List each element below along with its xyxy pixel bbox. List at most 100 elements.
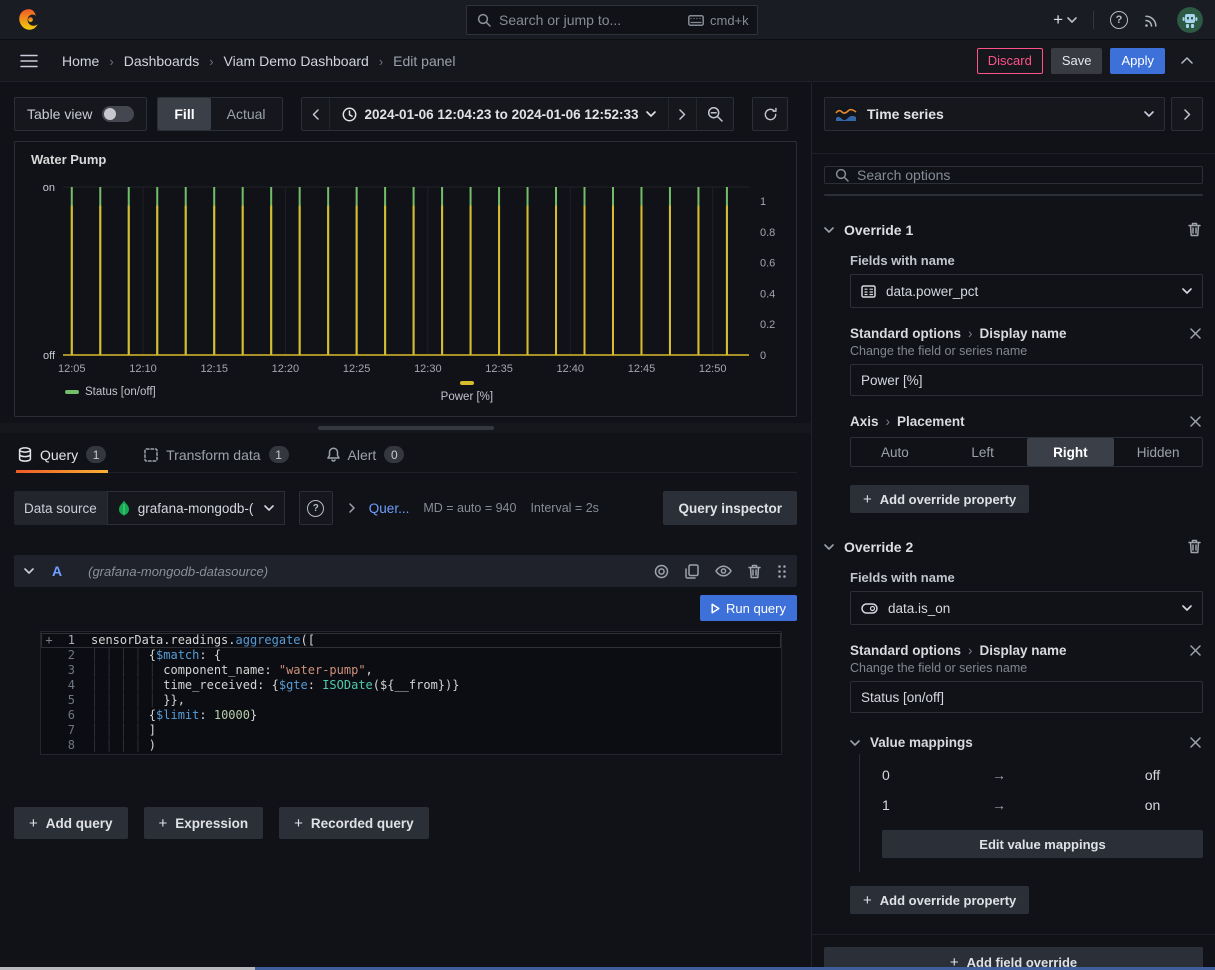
query-options-link[interactable]: Quer... (369, 501, 410, 516)
breadcrumb-dashboards[interactable]: Dashboards (99, 53, 199, 69)
override-1-header[interactable]: Override 1 (824, 220, 1203, 239)
edit-value-mappings-button[interactable]: Edit value mappings (882, 830, 1203, 858)
svg-text:off: off (43, 350, 56, 362)
grafana-logo[interactable] (12, 7, 42, 33)
news-rss-icon[interactable] (1144, 11, 1161, 28)
recorded-query-button[interactable]: + Recorded query (279, 807, 429, 839)
pane-resize-track[interactable] (0, 423, 811, 433)
fill-option[interactable]: Fill (158, 98, 210, 130)
override-2-field-matcher[interactable]: data.is_on (850, 591, 1203, 625)
chevron-down-icon[interactable] (824, 227, 834, 233)
axis-placement-right[interactable]: Right (1027, 438, 1115, 466)
override-1-add-property-button[interactable]: + Add override property (850, 485, 1029, 513)
breadcrumb-dashboard-name[interactable]: Viam Demo Dashboard (199, 53, 369, 69)
options-search[interactable] (824, 166, 1203, 184)
hide-response-eye-icon[interactable] (715, 565, 732, 577)
zoom-out-time-icon[interactable] (696, 98, 733, 130)
new-menu-button[interactable]: + (1053, 10, 1077, 30)
query-code-editor[interactable]: +1sensorData.readings.aggregate([2│ │ │ … (40, 631, 782, 755)
chevron-down-icon[interactable] (850, 740, 860, 746)
delete-override-2-trash-icon[interactable] (1186, 537, 1203, 556)
global-search-input[interactable] (499, 12, 680, 28)
chevron-down-icon[interactable] (824, 544, 834, 550)
collapse-options-pane-button[interactable] (1171, 97, 1203, 131)
water-pump-panel[interactable]: Water Pump 12:0512:1012:1512:2012:2512:3… (14, 141, 797, 417)
axis-placement-hidden[interactable]: Hidden (1114, 438, 1202, 466)
field-matcher-value: data.power_pct (886, 284, 1172, 299)
time-shift-back-button[interactable] (302, 98, 329, 130)
tab-query[interactable]: Query 1 (16, 440, 108, 472)
delete-query-trash-icon[interactable] (748, 564, 761, 579)
add-query-button[interactable]: + Add query (14, 807, 128, 839)
expression-button[interactable]: + Expression (144, 807, 264, 839)
run-query-button[interactable]: Run query (700, 595, 797, 621)
menu-toggle-icon[interactable] (14, 50, 44, 72)
global-search[interactable]: cmd+k (466, 5, 758, 35)
legend-swatch-yellow (460, 381, 474, 385)
collapse-query-icon[interactable] (24, 568, 34, 574)
axis-placement-left[interactable]: Left (939, 438, 1027, 466)
drag-handle-icon[interactable] (777, 564, 787, 579)
arrow-right-icon: → (992, 767, 1102, 783)
override-2-add-property-button[interactable]: + Add override property (850, 886, 1029, 914)
refresh-icon[interactable] (752, 97, 788, 131)
override-1-display-name-input[interactable] (850, 364, 1203, 396)
chevron-down-icon (1067, 17, 1077, 23)
time-range-picker[interactable]: 2024-01-06 12:04:23 to 2024-01-06 12:52:… (329, 98, 669, 130)
chevron-down-icon (1144, 111, 1154, 117)
override-1-title: Override 1 (844, 222, 1176, 238)
remove-axis-placement-property-close-icon[interactable] (1188, 414, 1203, 429)
visualization-picker[interactable]: Time series (824, 97, 1165, 131)
query-row-header[interactable]: A (grafana-mongodb-datasource) (14, 555, 797, 587)
options-filter-tabs: All Overrides (824, 194, 1203, 196)
apply-button[interactable]: Apply (1110, 48, 1165, 74)
help-icon[interactable]: ? (1110, 11, 1128, 29)
datasource-help-button[interactable]: ? (299, 491, 333, 525)
options-scroll-area: All Overrides Override 1 Fields with nam… (812, 153, 1215, 970)
delete-override-1-trash-icon[interactable] (1186, 220, 1203, 239)
remove-display-name-property-close-icon[interactable] (1188, 643, 1203, 658)
code-line: +1sensorData.readings.aggregate([ (41, 633, 781, 648)
datasource-picker[interactable]: grafana-mongodb-( (107, 491, 285, 525)
tab-transform-data[interactable]: Transform data 1 (142, 440, 290, 472)
collapse-topbar-icon[interactable] (1173, 53, 1201, 68)
save-button[interactable]: Save (1051, 48, 1103, 74)
svg-text:12:15: 12:15 (200, 363, 228, 375)
time-picker-group: 2024-01-06 12:04:23 to 2024-01-06 12:52:… (301, 97, 735, 131)
override-2-header[interactable]: Override 2 (824, 537, 1203, 556)
legend-item-power[interactable]: Power [%] (156, 381, 778, 403)
svg-text:0.4: 0.4 (760, 288, 775, 300)
remove-value-mappings-close-icon[interactable] (1188, 735, 1203, 750)
time-shift-forward-button[interactable] (668, 98, 696, 130)
time-series-chart[interactable]: 12:0512:1012:1512:2012:2512:3012:3512:40… (23, 171, 789, 379)
duplicate-query-icon[interactable] (685, 564, 699, 579)
chevron-down-icon (646, 111, 656, 117)
legend-item-status[interactable]: Status [on/off] (65, 386, 156, 398)
time-series-viz-icon (835, 107, 857, 122)
actual-option[interactable]: Actual (211, 98, 282, 130)
table-view-toggle[interactable] (102, 106, 134, 122)
edit-panel-left-column: Table view Fill Actual 2024-01-06 12:04:… (0, 83, 812, 970)
record-query-icon[interactable] (654, 564, 669, 579)
discard-button[interactable]: Discard (977, 48, 1043, 74)
override-2-display-name-input[interactable] (850, 681, 1203, 713)
editor-tabs: Query 1 Transform data 1 Alert 0 (14, 439, 797, 473)
top-nav-bar: cmd+k + ? (0, 0, 1215, 40)
visualization-name: Time series (867, 106, 1134, 122)
override-1-field-matcher[interactable]: data.power_pct (850, 274, 1203, 308)
value-mappings-title: Value mappings (870, 735, 1178, 750)
remove-display-name-property-close-icon[interactable] (1188, 326, 1203, 341)
svg-text:12:10: 12:10 (129, 363, 157, 375)
tab-alert[interactable]: Alert 0 (325, 440, 407, 472)
axis-placement-auto[interactable]: Auto (851, 438, 939, 466)
query-inspector-button[interactable]: Query inspector (663, 491, 797, 525)
svg-text:12:30: 12:30 (414, 363, 442, 375)
legend-label: Status [on/off] (85, 386, 156, 398)
options-search-input[interactable] (857, 167, 1192, 183)
max-data-points-label: MD = auto = 940 (423, 501, 516, 515)
chevron-right-icon[interactable] (349, 503, 355, 513)
user-avatar[interactable] (1177, 7, 1203, 33)
breadcrumb-bar: Home Dashboards Viam Demo Dashboard Edit… (0, 40, 1215, 82)
pane-resize-handle[interactable] (318, 426, 494, 430)
breadcrumb-home[interactable]: Home (62, 53, 99, 69)
